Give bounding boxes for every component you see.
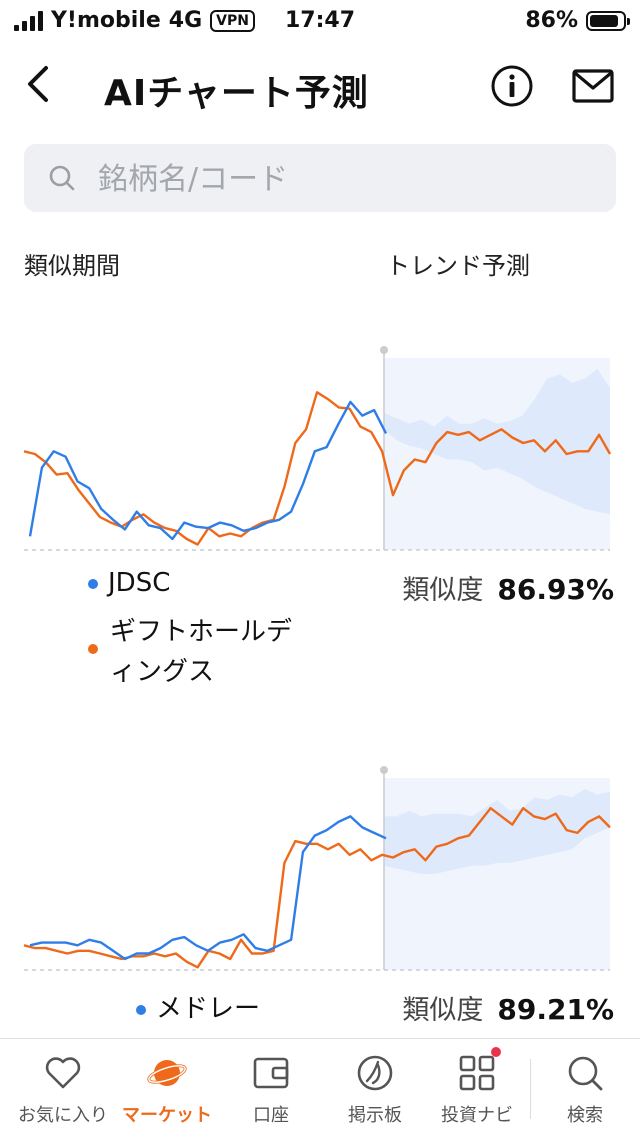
tab-market[interactable]: マーケット bbox=[114, 1039, 220, 1137]
tab-investment-navi[interactable]: 投資ナビ bbox=[424, 1039, 530, 1137]
tab-account[interactable]: 口座 bbox=[218, 1039, 324, 1137]
search-bar[interactable] bbox=[24, 144, 616, 212]
legend-item-jdsc: JDSC bbox=[88, 568, 170, 598]
similarity-score-2: 類似度 89.21% bbox=[402, 988, 614, 1027]
similarity-value: 89.21% bbox=[497, 993, 614, 1026]
tab-label: 掲示板 bbox=[348, 1105, 402, 1126]
series-line-blue bbox=[29, 815, 387, 961]
tab-label: お気に入り bbox=[18, 1105, 108, 1126]
legend-item-gift: ギフトホールデ ィングス bbox=[88, 612, 292, 692]
battery-percent: 86% bbox=[525, 8, 578, 33]
legend-item-medley: メドレー bbox=[136, 988, 260, 1025]
board-icon bbox=[357, 1055, 393, 1091]
legend-label-line2: ィングス bbox=[110, 657, 215, 687]
similarity-label: 類似度 bbox=[402, 995, 484, 1026]
today-marker bbox=[380, 346, 388, 354]
trend-forecast-header: トレンド予測 bbox=[386, 252, 530, 280]
battery-icon bbox=[586, 10, 630, 31]
planet-icon bbox=[147, 1060, 187, 1086]
navigation-bar: AIチャート予測 bbox=[0, 48, 640, 124]
series-line-blue bbox=[28, 400, 388, 541]
legend-dot-icon bbox=[136, 1004, 146, 1015]
wallet-icon bbox=[253, 1057, 289, 1089]
similarity-score-1: 類似度 86.93% bbox=[402, 568, 614, 607]
legend-label: メドレー bbox=[156, 994, 261, 1024]
tab-label: 投資ナビ bbox=[441, 1105, 513, 1126]
search-icon bbox=[49, 165, 75, 191]
tab-bar: お気に入り マーケット 口座 掲示板 投資ナビ 検索 bbox=[0, 1038, 640, 1137]
grid-icon bbox=[459, 1055, 495, 1091]
tab-search[interactable]: 検索 bbox=[532, 1039, 638, 1137]
tab-label: 検索 bbox=[567, 1105, 603, 1126]
tab-message-board[interactable]: 掲示板 bbox=[322, 1039, 428, 1137]
tab-label: 口座 bbox=[253, 1105, 289, 1126]
search-icon bbox=[568, 1056, 603, 1091]
tab-favorites[interactable]: お気に入り bbox=[10, 1039, 116, 1137]
similarity-value: 86.93% bbox=[497, 573, 614, 606]
status-bar: Y!mobile 4G VPN 17:47 86% bbox=[0, 0, 640, 40]
legend-label-line1: ギフトホールデ bbox=[110, 617, 293, 647]
similarity-chart-1[interactable] bbox=[0, 320, 640, 560]
back-chevron-icon[interactable] bbox=[18, 62, 62, 106]
similar-period-header: 類似期間 bbox=[24, 252, 120, 280]
today-marker bbox=[380, 766, 388, 774]
tab-divider bbox=[530, 1059, 531, 1119]
heart-icon bbox=[45, 1057, 81, 1089]
page-title: AIチャート予測 bbox=[104, 73, 369, 114]
mail-icon[interactable] bbox=[570, 64, 616, 108]
notification-badge bbox=[491, 1047, 501, 1057]
legend-dot-icon bbox=[88, 578, 98, 589]
info-icon[interactable] bbox=[490, 64, 534, 108]
legend-label: JDSC bbox=[108, 568, 171, 598]
similarity-chart-2[interactable] bbox=[0, 740, 640, 980]
similarity-label: 類似度 bbox=[402, 575, 484, 606]
tab-label: マーケット bbox=[122, 1105, 212, 1126]
legend-dot-icon bbox=[88, 644, 98, 654]
search-input[interactable] bbox=[96, 154, 600, 204]
